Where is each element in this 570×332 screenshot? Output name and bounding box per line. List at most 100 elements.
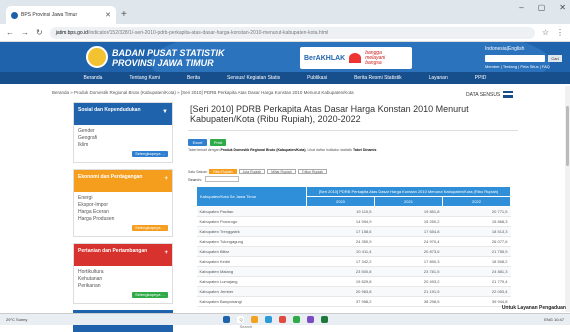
unit-chip[interactable]: Miliar Rupiah <box>267 169 296 174</box>
nav-item-publikasi[interactable]: Publikasi <box>307 75 327 81</box>
more-button[interactable]: Selengkapnya ... <box>132 151 168 157</box>
chevron-down-icon[interactable]: ▼ <box>162 109 168 115</box>
related-subject-link[interactable]: Produk Domestik Regional Bruto (Kabupate… <box>221 148 306 152</box>
file-explorer-icon[interactable] <box>250 316 258 323</box>
sidebar-list: Gender Geografi Iklim Selengkapnya ... <box>74 125 172 162</box>
sidebar-heading-ekonomi[interactable]: Ekonomi dan Perdagangan + <box>74 170 172 192</box>
windows-start-icon[interactable] <box>222 316 230 323</box>
divider <box>188 130 518 131</box>
column-header-year[interactable]: 2022 <box>441 196 512 207</box>
unit-chip[interactable]: Ribu Rupiah <box>209 169 237 174</box>
scrollbar-thumb[interactable] <box>566 106 569 166</box>
table-search-input[interactable] <box>204 176 239 182</box>
app-icon[interactable] <box>306 316 314 323</box>
nav-item-brs[interactable]: Berita Resmi Statistik <box>354 75 402 81</box>
star-icon[interactable]: ☆ <box>542 28 549 37</box>
region-cell: Kabupaten Trenggalek <box>196 226 307 237</box>
dynamic-table-link[interactable]: Tabel Dinamis <box>353 148 376 152</box>
site-search-button[interactable]: Cari <box>548 55 562 62</box>
column-header-year[interactable]: 2020 <box>306 196 375 207</box>
edge-icon[interactable] <box>264 316 272 323</box>
berakhlak-badge: BerAKHLAK bangga melayani bangsa <box>300 47 412 69</box>
region-cell: Kabupaten Tulungagung <box>196 236 307 247</box>
value-cell: 17 342,2 <box>306 256 375 267</box>
sidebar-item[interactable]: Kehutanan <box>78 276 168 283</box>
sidebar-item[interactable]: Ekspor-Impor <box>78 202 168 209</box>
maximize-icon[interactable]: ▢ <box>538 3 546 12</box>
close-window-icon[interactable]: ✕ <box>559 3 566 12</box>
value-cell: 38 298,5 <box>374 296 443 307</box>
menu-dots-icon[interactable]: ⋮ <box>556 28 564 37</box>
sidebar-item[interactable]: Perikanan <box>78 283 168 290</box>
value-cell: 17 158,6 <box>306 226 375 237</box>
sidebar-heading-sosial[interactable]: Sosial dan Kependudukan ▼ <box>74 103 172 125</box>
table-row: Kabupaten Tulungagung 24 350,9 24 970,4 26 … <box>196 236 511 247</box>
data-sensus-menu[interactable]: DATA SENSUS <box>466 91 514 98</box>
region-cell: Kabupaten Kediri <box>196 256 307 267</box>
related-note: Tabel terkait dengan Produk Domestik Reg… <box>188 148 377 152</box>
sidebar: Sosial dan Kependudukan ▼ Gender Geograf… <box>73 102 173 332</box>
nav-item-ppid[interactable]: PPID <box>475 75 487 81</box>
value-cell: 24 350,9 <box>306 236 375 247</box>
sidebar-item[interactable]: Harga Produsen <box>78 216 168 223</box>
column-header-year[interactable]: 2021 <box>373 196 443 207</box>
column-header-region[interactable]: Kabupaten/Kota Se Jawa Timur <box>196 186 307 207</box>
more-button[interactable]: Selengkapnya ... <box>132 225 168 231</box>
browser-tab[interactable]: BPS Provinsi Jawa Timur ✕ <box>6 6 116 24</box>
value-cell: 17 890,3 <box>374 256 443 267</box>
close-tab-icon[interactable]: ✕ <box>105 11 111 19</box>
print-button[interactable]: Print <box>210 139 226 146</box>
site-header: BADAN PUSAT STATISTIK PROVINSI JAWA TIMU… <box>0 42 570 72</box>
sidebar-box-ekonomi: Ekonomi dan Perdagangan + Energi Ekspor-… <box>73 169 173 237</box>
unit-chip[interactable]: Triliun Rupiah <box>297 169 328 174</box>
nav-item-layanan[interactable]: Layanan <box>429 75 448 81</box>
nav-item-berita[interactable]: Berita <box>187 75 200 81</box>
value-cell: 19 829,8 <box>306 276 375 287</box>
plus-icon[interactable]: + <box>164 176 168 182</box>
sidebar-box-sosial: Sosial dan Kependudukan ▼ Gender Geograf… <box>73 102 173 163</box>
sidebar-item[interactable]: Energi <box>78 195 168 202</box>
excel-app-icon[interactable] <box>320 316 328 323</box>
site-search-input[interactable] <box>485 55 545 62</box>
sidebar-item[interactable]: Hortikultura <box>78 269 168 276</box>
excel-button[interactable]: Excel <box>188 139 207 146</box>
chrome-icon[interactable] <box>278 316 286 323</box>
bps-logo[interactable] <box>86 46 108 68</box>
nav-item-beranda[interactable]: Beranda <box>83 75 102 81</box>
nav-item-tentang[interactable]: Tentang Kami <box>129 75 160 81</box>
minimize-icon[interactable]: – <box>519 3 523 12</box>
value-cell: 37 958,2 <box>306 296 375 307</box>
sidebar-item[interactable]: Geografi <box>78 135 168 142</box>
org-name-line1: BADAN PUSAT STATISTIK <box>112 48 225 58</box>
breadcrumb[interactable]: Beranda » Produk Domestik Regional Bruto… <box>52 87 492 97</box>
sidebar-item[interactable]: Iklim <box>78 142 168 149</box>
hamburger-icon[interactable] <box>503 91 514 98</box>
plus-icon[interactable]: + <box>164 250 168 256</box>
value-cell: 26 077,6 <box>442 236 511 247</box>
page-scrollbar[interactable] <box>565 86 570 312</box>
complaint-service-label[interactable]: Untuk Layanan Pengaduan <box>502 305 566 311</box>
back-icon[interactable]: ← <box>6 28 14 37</box>
sidebar-item[interactable]: Harga Eceran <box>78 209 168 216</box>
system-tray[interactable]: ENG 10:47 <box>494 317 564 322</box>
forward-icon[interactable]: → <box>21 28 29 37</box>
language-switch[interactable]: Indonesia|English <box>485 46 524 52</box>
app-icon[interactable] <box>292 316 300 323</box>
url-field[interactable]: jatim.bps.go.id/indicator/152/328/1/-ser… <box>49 26 535 39</box>
taskbar-search[interactable]: Q Search <box>236 316 252 329</box>
sidebar-heading-pertanian[interactable]: Pertanian dan Pertambangan + <box>74 244 172 266</box>
member-links[interactable]: Member | Tentang | Peta Situs | FAQ <box>485 64 550 69</box>
new-tab-icon[interactable]: + <box>121 6 127 24</box>
unit-chip[interactable]: Juta Rupiah <box>238 169 266 174</box>
more-button[interactable]: Selengkapnya ... <box>132 292 168 298</box>
sidebar-item[interactable]: Gender <box>78 128 168 135</box>
reload-icon[interactable]: ↻ <box>36 28 43 37</box>
address-bar: ← → ↻ jatim.bps.go.id/indicator/152/328/… <box>0 24 570 42</box>
table-body: Kabupaten Pacitan 19 110,5 19 851,8 20 771,… <box>196 206 511 307</box>
unit-label: Satu Satuan <box>188 169 208 174</box>
value-cell: 23 500,8 <box>306 266 375 277</box>
org-name-line2: PROVINSI JAWA TIMUR <box>112 58 214 68</box>
nav-item-sensus[interactable]: Sensus/ Kegiatan Statis <box>227 75 280 81</box>
weather-widget[interactable]: 29°C Sunny <box>6 317 56 322</box>
value-cell: 15 868,3 <box>442 216 511 227</box>
